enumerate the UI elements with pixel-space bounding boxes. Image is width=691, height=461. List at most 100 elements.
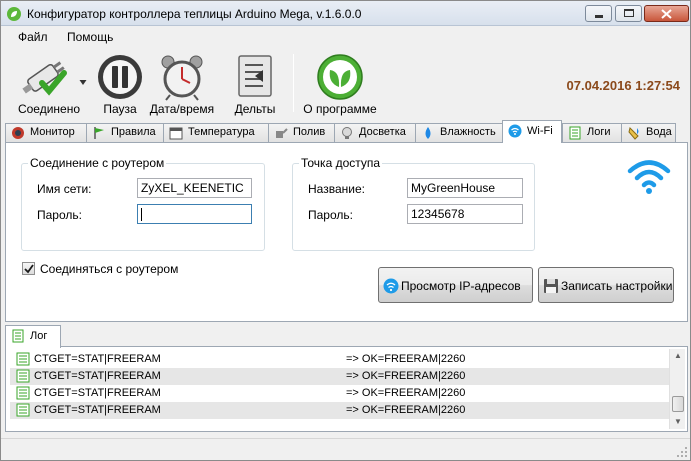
calendar-icon bbox=[169, 127, 183, 140]
drop-icon bbox=[425, 127, 431, 139]
toolbar-separator bbox=[293, 54, 294, 112]
connected-button[interactable]: Соединено bbox=[9, 50, 89, 118]
access-point-group: Точка доступа Название: MyGreenHouse Пар… bbox=[292, 156, 535, 251]
flag-icon bbox=[94, 127, 104, 139]
toolbar: Соединено Пауза Дата/время Дельты О прог… bbox=[1, 48, 690, 120]
log-response: => OK=FREERAM|2260 bbox=[346, 387, 466, 399]
save-settings-button[interactable]: Записать настройки bbox=[538, 267, 674, 303]
log-row[interactable]: CTGET=STAT|FREERAM => OK=FREERAM|2260 bbox=[10, 368, 669, 385]
log-icon bbox=[12, 329, 24, 343]
log-command: CTGET=STAT|FREERAM bbox=[34, 404, 161, 416]
tab-log[interactable]: Лог bbox=[5, 325, 61, 348]
log-response: => OK=FREERAM|2260 bbox=[346, 404, 466, 416]
ap-name-label: Название: bbox=[308, 182, 365, 196]
main-window: Конфигуратор контроллера теплицы Arduino… bbox=[0, 0, 691, 461]
menu-file[interactable]: Файл bbox=[18, 30, 48, 44]
password-input[interactable] bbox=[137, 204, 252, 224]
current-datetime: 07.04.2016 1:27:54 bbox=[566, 78, 680, 93]
log-tabstrip: Лог bbox=[5, 325, 688, 348]
log-row[interactable]: CTGET=STAT|FREERAM => OK=FREERAM|2260 bbox=[10, 385, 669, 402]
close-button[interactable] bbox=[644, 5, 689, 22]
plug-connected-icon bbox=[22, 61, 67, 96]
about-button[interactable]: О программе bbox=[299, 50, 381, 118]
alarm-clock-icon bbox=[161, 55, 203, 101]
log-row[interactable]: CTGET=STAT|FREERAM => OK=FREERAM|2260 bbox=[10, 402, 669, 419]
log-response: => OK=FREERAM|2260 bbox=[346, 370, 466, 382]
tab-monitor[interactable]: Монитор bbox=[5, 123, 87, 142]
log-response: => OK=FREERAM|2260 bbox=[346, 353, 466, 365]
tab-water[interactable]: Вода bbox=[621, 123, 676, 142]
log-panel: CTGET=STAT|FREERAM => OK=FREERAM|2260 CT… bbox=[5, 346, 688, 432]
menu-bar: Файл Помощь bbox=[1, 26, 690, 48]
wifi-signal-icon bbox=[627, 160, 671, 194]
view-ip-label: Просмотр IP-адресов bbox=[401, 279, 521, 293]
connect-router-checkbox[interactable] bbox=[22, 262, 35, 275]
save-settings-label: Записать настройки bbox=[561, 279, 673, 293]
scroll-up-arrow[interactable]: ▲ bbox=[670, 349, 686, 363]
log-entry-icon bbox=[16, 386, 30, 400]
datetime-button[interactable]: Дата/время bbox=[148, 50, 216, 118]
log-entry-icon bbox=[16, 369, 30, 383]
title-bar[interactable]: Конфигуратор контроллера теплицы Arduino… bbox=[1, 1, 690, 26]
log-command: CTGET=STAT|FREERAM bbox=[34, 353, 161, 365]
tab-logs[interactable]: Логи bbox=[562, 123, 622, 142]
pause-label: Пауза bbox=[103, 102, 137, 116]
connect-router-label[interactable]: Соединяться с роутером bbox=[40, 262, 178, 276]
monitor-icon bbox=[12, 127, 24, 139]
maximize-button[interactable] bbox=[615, 5, 642, 22]
log-scrollbar[interactable]: ▲ ▼ bbox=[669, 349, 685, 429]
router-connection-group: Соединение с роутером Имя сети: ZyXEL_KE… bbox=[21, 156, 265, 251]
pause-button[interactable]: Пауза bbox=[95, 50, 145, 118]
menu-help[interactable]: Помощь bbox=[67, 30, 113, 44]
ssid-label: Имя сети: bbox=[37, 182, 92, 196]
deltas-button[interactable]: Дельты bbox=[230, 50, 280, 118]
ssid-input[interactable]: ZyXEL_KEENETIC bbox=[137, 178, 252, 198]
checkmark-icon bbox=[24, 264, 34, 274]
status-bar bbox=[1, 438, 690, 460]
deltas-label: Дельты bbox=[234, 102, 276, 116]
deltas-document-icon bbox=[238, 55, 272, 97]
ap-group-title: Точка доступа bbox=[299, 156, 383, 170]
tab-humidity[interactable]: Влажность bbox=[415, 123, 503, 142]
wifi-icon bbox=[508, 124, 522, 138]
tab-lighting[interactable]: Досветка bbox=[334, 123, 416, 142]
log-command: CTGET=STAT|FREERAM bbox=[34, 387, 161, 399]
floppy-disk-icon bbox=[544, 279, 558, 293]
text-caret bbox=[141, 208, 142, 222]
tab-wifi[interactable]: Wi-Fi bbox=[502, 120, 562, 143]
log-command: CTGET=STAT|FREERAM bbox=[34, 370, 161, 382]
resize-grip-icon[interactable] bbox=[676, 446, 688, 458]
scroll-down-arrow[interactable]: ▼ bbox=[670, 415, 686, 429]
minimize-button[interactable] bbox=[585, 5, 612, 22]
pause-icon bbox=[98, 55, 142, 99]
log-row[interactable]: CTGET=STAT|FREERAM => OK=FREERAM|2260 bbox=[10, 351, 669, 368]
tab-rules[interactable]: Правила bbox=[86, 123, 164, 142]
wifi-icon bbox=[383, 278, 399, 294]
about-label: О программе bbox=[303, 102, 377, 116]
ap-name-input[interactable]: MyGreenHouse bbox=[407, 178, 523, 198]
datetime-label: Дата/время bbox=[149, 102, 215, 116]
watering-icon bbox=[276, 128, 288, 138]
ap-password-label: Пароль: bbox=[308, 208, 353, 222]
connected-label: Соединено bbox=[17, 102, 81, 116]
view-ip-button[interactable]: Просмотр IP-адресов bbox=[378, 267, 533, 303]
app-plant-icon bbox=[7, 7, 21, 21]
green-leaf-icon bbox=[317, 54, 363, 100]
ap-password-input[interactable]: 12345678 bbox=[407, 204, 523, 224]
log-entry-icon bbox=[16, 352, 30, 366]
bulb-icon bbox=[342, 127, 352, 139]
tab-watering[interactable]: Полив bbox=[268, 123, 335, 142]
log-icon bbox=[569, 126, 581, 140]
password-label: Пароль: bbox=[37, 208, 82, 222]
chevron-down-icon[interactable] bbox=[79, 80, 87, 85]
window-title: Конфигуратор контроллера теплицы Arduino… bbox=[27, 7, 362, 21]
wifi-panel: Соединение с роутером Имя сети: ZyXEL_KE… bbox=[5, 142, 688, 322]
scroll-thumb[interactable] bbox=[672, 396, 684, 412]
main-tabstrip: Монитор Правила Температура Полив Досвет… bbox=[5, 120, 688, 143]
log-entry-icon bbox=[16, 403, 30, 417]
router-group-title: Соединение с роутером bbox=[28, 156, 167, 170]
log-list[interactable]: CTGET=STAT|FREERAM => OK=FREERAM|2260 CT… bbox=[10, 351, 669, 429]
close-icon bbox=[661, 9, 672, 19]
tab-temperature[interactable]: Температура bbox=[163, 123, 269, 142]
water-icon bbox=[628, 127, 639, 140]
